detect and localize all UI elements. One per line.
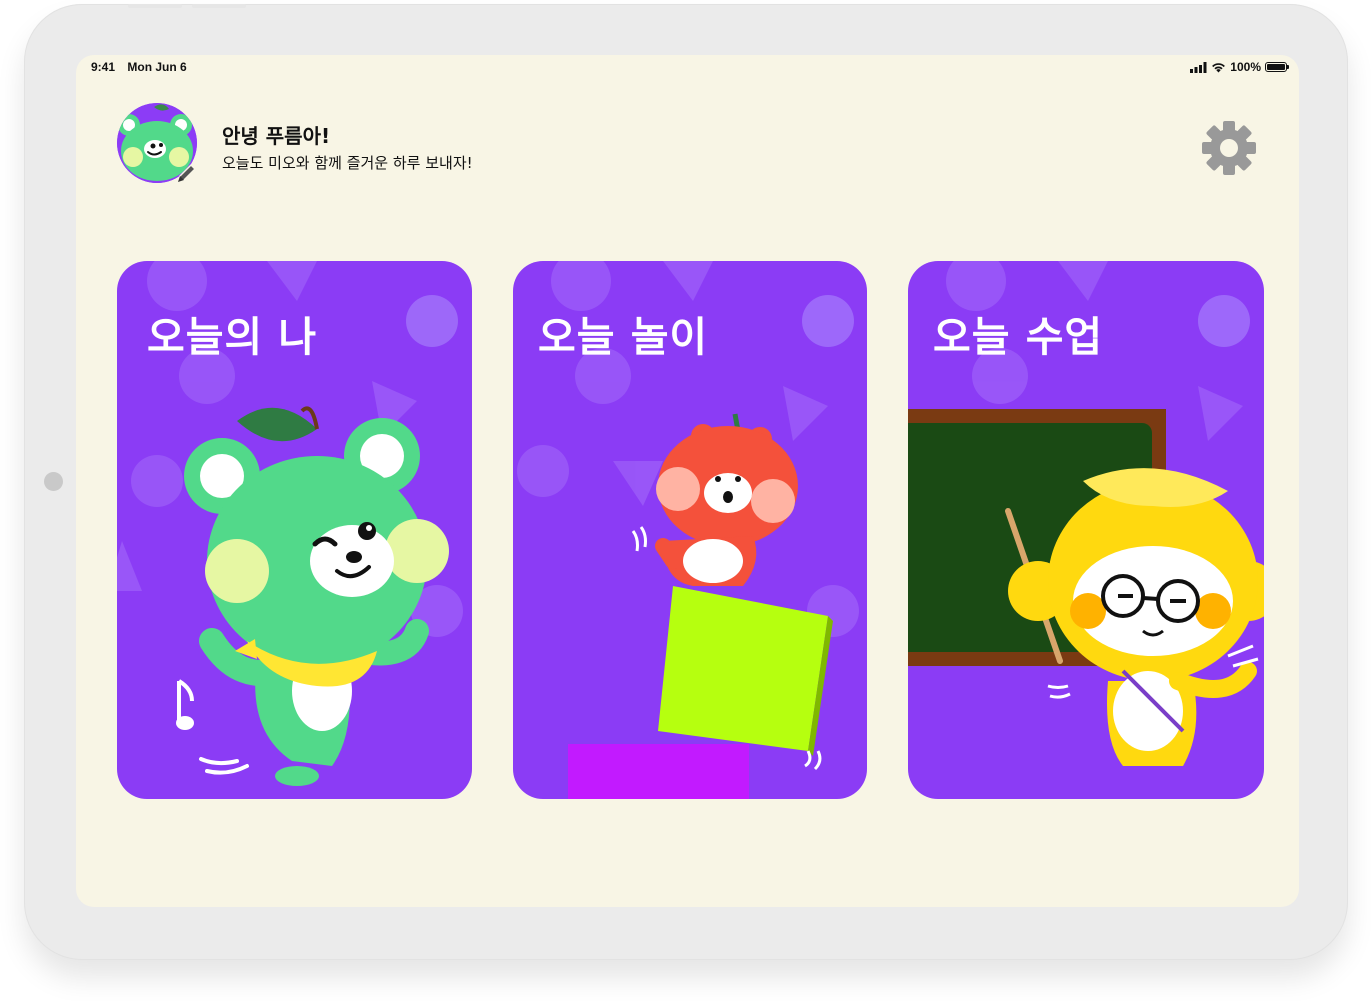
card-title: 오늘 놀이 [538,313,709,361]
battery-icon [1265,62,1289,72]
greeting-subtitle: 오늘도 미오와 함께 즐거운 하루 보내자! [222,154,473,172]
status-bar: 9:41 Mon Jun 6 100% [76,55,1299,81]
battery-percent: 100% [1230,60,1261,74]
status-date: Mon Jun 6 [127,60,187,74]
status-time: 9:41 [91,60,116,74]
card-title: 오늘의 나 [147,313,318,361]
greeting-title: 안녕 푸름아! [222,124,331,148]
volume-button [128,4,182,8]
camera-dot [44,472,63,491]
card-today-play[interactable]: 오늘 놀이 [513,261,867,799]
card-today-class[interactable]: 오늘 수업 [908,261,1264,799]
signal-icon [1190,61,1207,73]
volume-button [192,4,246,8]
pencil-icon[interactable] [174,162,198,186]
app-screen: 9:41 Mon Jun 6 100% 안녕 푸름아! 오늘도 미오와 함께 즐… [76,55,1299,907]
wifi-icon [1212,62,1226,72]
card-today-me[interactable]: 오늘의 나 [117,261,472,799]
gear-icon[interactable] [1200,119,1258,177]
card-title: 오늘 수업 [933,313,1104,361]
